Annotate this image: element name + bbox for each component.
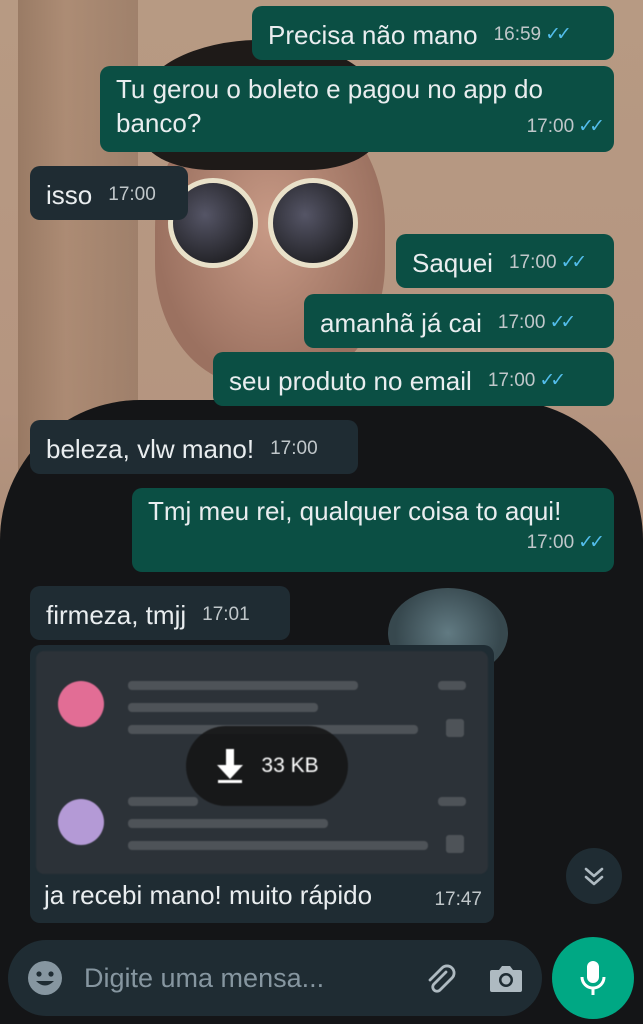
message-time: 16:59 (493, 24, 542, 45)
message-time: 17:01 (202, 604, 250, 625)
blurred-text-line (128, 703, 318, 712)
read-ticks-icon: ✓✓ (560, 252, 588, 273)
download-arrow-icon (215, 749, 245, 783)
blurred-star-icon (446, 719, 464, 737)
message-meta: 17:00 ✓✓ (487, 356, 566, 398)
message-meta: 16:59 ✓✓ (493, 10, 572, 52)
voice-record-button[interactable] (552, 937, 634, 1019)
message-composer (8, 940, 542, 1016)
message-text: Precisa não mano (268, 20, 478, 50)
image-preview-blurred[interactable]: 33 KB (36, 651, 488, 874)
message-text: ja recebi mano! muito rápido (44, 880, 373, 910)
message-time: 17:00 (108, 184, 156, 205)
chat-messages: Precisa não mano 16:59 ✓✓ Tu gerou o bol… (0, 0, 643, 1024)
blurred-text-line (128, 797, 198, 806)
message-incoming-image[interactable]: 33 KB ja recebi mano! muito rápido 17:47 (30, 645, 494, 923)
double-chevron-down-icon (581, 863, 607, 889)
message-text: beleza, vlw mano! (46, 434, 255, 464)
message-meta: 17:00 ✓✓ (508, 238, 588, 280)
camera-icon[interactable] (488, 962, 524, 994)
image-caption-row: ja recebi mano! muito rápido 17:47 (36, 874, 488, 911)
message-time: 17:00 (526, 116, 575, 137)
message-text: Saquei (412, 248, 493, 278)
message-meta: 17:00 ✓✓ (497, 298, 576, 340)
message-time: 17:00 (270, 438, 318, 459)
blurred-text-line (128, 819, 328, 828)
read-ticks-icon: ✓✓ (539, 370, 566, 391)
message-outgoing[interactable]: Tmj meu rei, qualquer coisa to aqui! 17:… (132, 488, 614, 572)
blurred-text-line (438, 797, 466, 806)
message-input[interactable] (82, 961, 422, 995)
blurred-star-icon (446, 835, 464, 853)
read-ticks-icon: ✓✓ (578, 532, 605, 553)
message-text: isso (46, 180, 93, 210)
message-incoming[interactable]: isso 17:00 (30, 166, 188, 220)
download-button[interactable]: 33 KB (186, 726, 348, 806)
message-time: 17:00 (497, 312, 546, 333)
paperclip-icon[interactable] (422, 960, 458, 996)
message-time: 17:00 (508, 252, 557, 273)
message-outgoing[interactable]: Saquei 17:00 ✓✓ (396, 234, 614, 288)
scroll-to-bottom-button[interactable] (566, 848, 622, 904)
message-incoming[interactable]: beleza, vlw mano! 17:00 (30, 420, 358, 474)
message-incoming[interactable]: firmeza, tmjj 17:01 (30, 586, 290, 640)
read-ticks-icon: ✓✓ (578, 116, 605, 137)
message-time: 17:00 (526, 532, 575, 553)
blurred-text-line (128, 841, 428, 850)
message-text: firmeza, tmjj (46, 600, 187, 630)
message-text: Tmj meu rei, qualquer coisa to aqui! (148, 496, 562, 526)
blurred-text-line (438, 681, 466, 690)
message-outgoing[interactable]: amanhã já cai 17:00 ✓✓ (304, 294, 614, 348)
message-outgoing[interactable]: Tu gerou o boleto e pagou no app do banc… (100, 66, 614, 152)
message-meta: 17:01 (202, 590, 250, 632)
message-meta: 17:00 (270, 424, 318, 466)
microphone-icon (578, 959, 608, 997)
message-text: amanhã já cai (320, 308, 482, 338)
blurred-avatar (58, 799, 104, 845)
message-outgoing[interactable]: Precisa não mano 16:59 ✓✓ (252, 6, 614, 60)
blurred-text-line (128, 681, 358, 690)
read-ticks-icon: ✓✓ (549, 312, 576, 333)
message-meta: 17:00 ✓✓ (148, 526, 605, 560)
message-text: seu produto no email (229, 366, 472, 396)
blurred-avatar (58, 681, 104, 727)
message-meta: 17:00 (108, 170, 156, 212)
message-time: 17:00 (487, 370, 536, 391)
emoji-icon[interactable] (26, 959, 64, 997)
read-ticks-icon: ✓✓ (545, 24, 572, 45)
message-time: 17:47 (434, 889, 482, 910)
download-size: 33 KB (261, 754, 319, 777)
message-outgoing[interactable]: seu produto no email 17:00 ✓✓ (213, 352, 614, 406)
